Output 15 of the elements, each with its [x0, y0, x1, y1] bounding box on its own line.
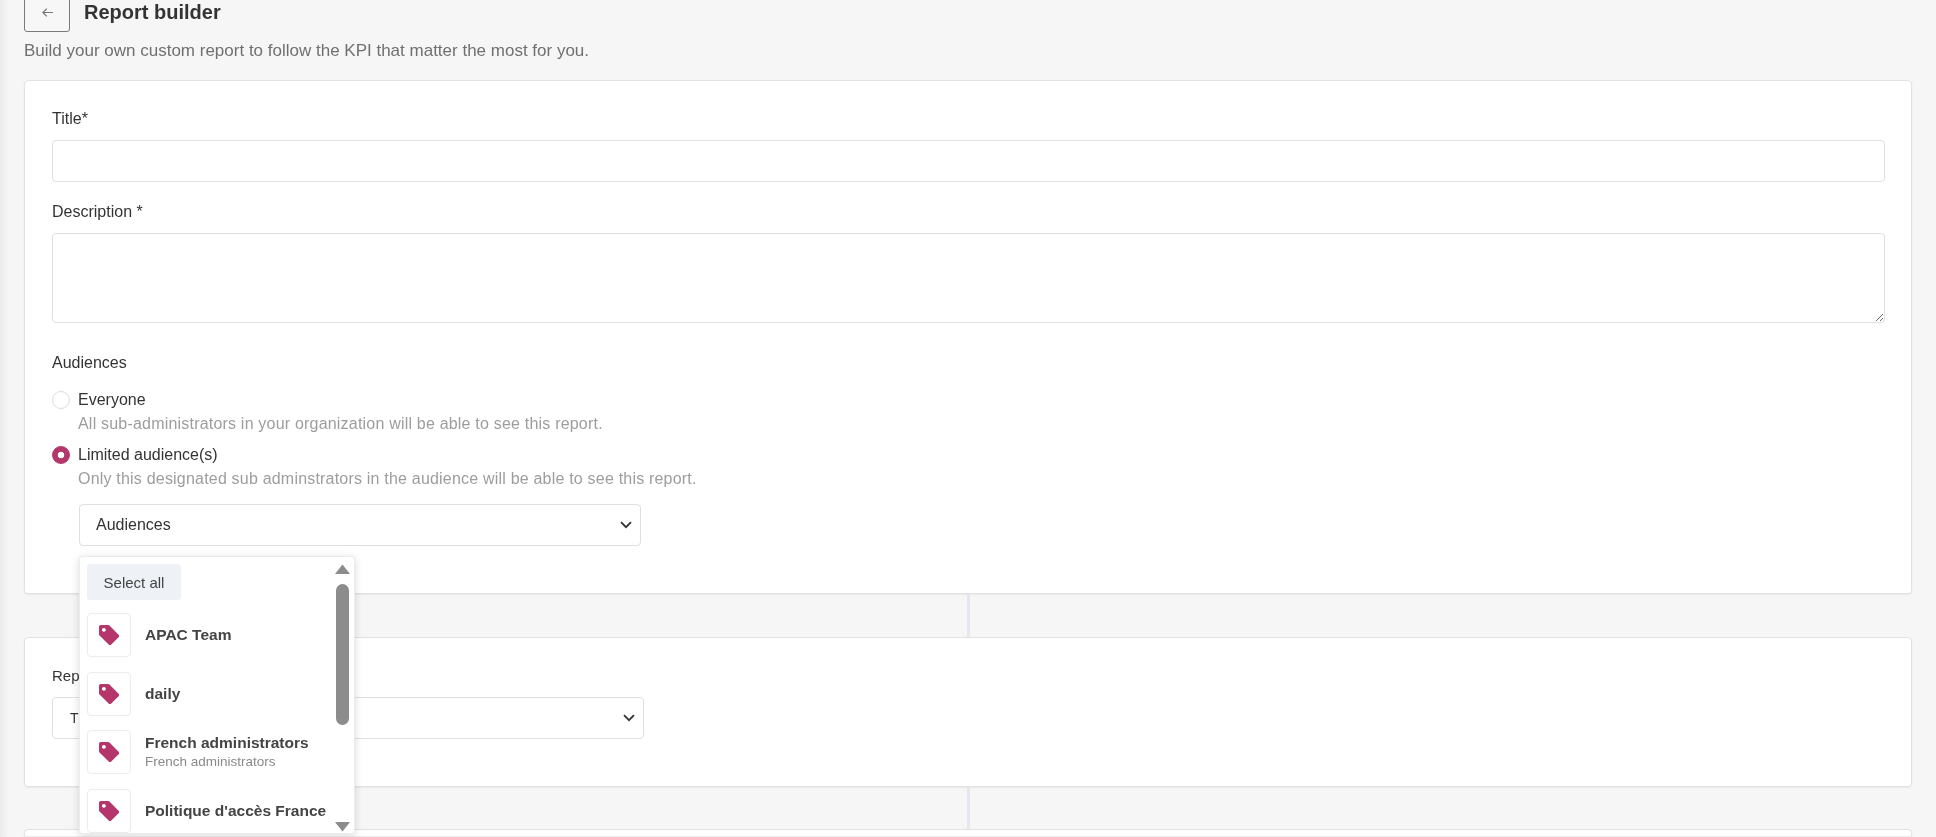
option-name: Politique d'accès France	[145, 800, 327, 821]
option-description: Only this designated sub adminstrators in the audience will be able to see this report.	[78, 470, 697, 488]
page-subtitle: Build your own custom report to follow the KPI that matter the most for you.	[24, 40, 591, 62]
option-name: APAC Team	[145, 625, 232, 645]
option-label: Everyone	[78, 390, 146, 410]
option-name: French administrators	[145, 733, 309, 754]
field-label: Rep	[52, 666, 80, 686]
field-label: Audiences	[52, 353, 127, 373]
page-title: Report builder	[84, 0, 221, 24]
option-description: All sub-administrators in your organization will be able to see this report.	[78, 415, 603, 433]
field-label: Description *	[52, 202, 143, 222]
option-label: Limited audience(s)	[78, 445, 218, 465]
option-description: French administrators	[145, 753, 277, 772]
option-name: daily	[145, 683, 181, 704]
field-label: Title*	[52, 109, 88, 129]
